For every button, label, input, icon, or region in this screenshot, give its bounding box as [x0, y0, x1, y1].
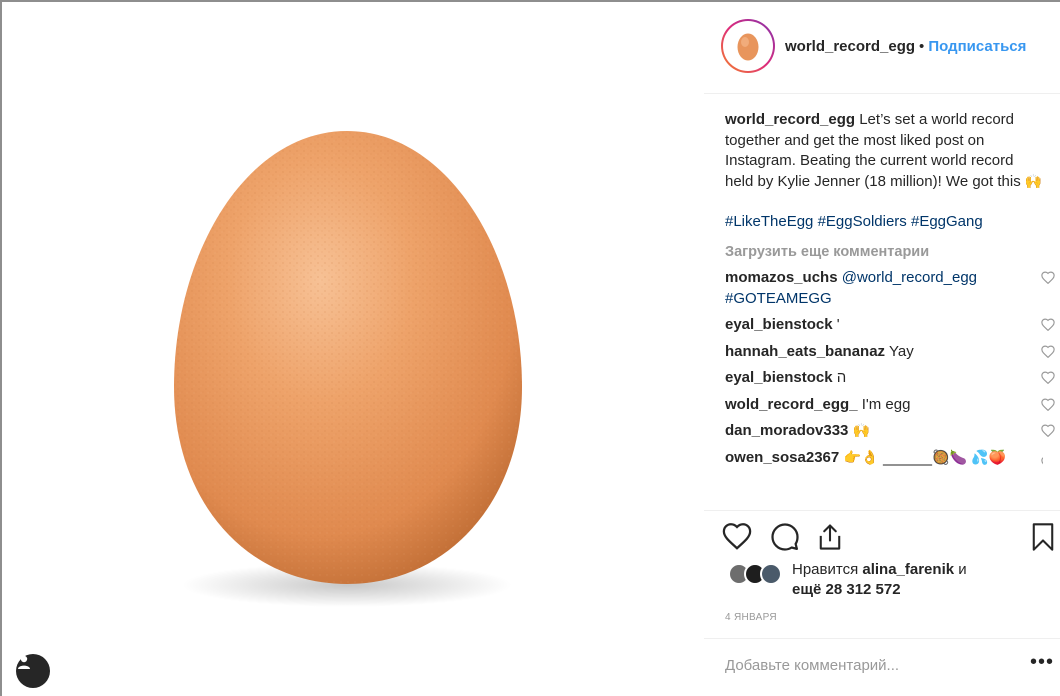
caption-emoji: 🙌 — [1024, 173, 1043, 190]
share-icon[interactable] — [816, 522, 844, 552]
comment-hashtag[interactable]: #GOTEAMEGG — [725, 290, 832, 307]
post-photo[interactable] — [2, 2, 704, 696]
comment-author[interactable]: eyal_bienstock — [725, 369, 833, 386]
comment-text: Yay — [885, 342, 914, 360]
more-options-button[interactable]: ••• — [1030, 651, 1054, 674]
post-date[interactable]: 4 ЯНВАРЯ — [725, 612, 777, 623]
likes-suffix: и — [954, 561, 967, 578]
comment-item: momazos_uchs @world_record_egg #GOTEAMEG… — [725, 268, 1055, 309]
comment-item: hannah_eats_bananaz Yay — [725, 342, 1055, 363]
comment-text: 🙌 — [848, 423, 871, 439]
comment-mention[interactable]: @world_record_egg — [842, 269, 977, 286]
like-comment-heart-icon[interactable] — [1041, 271, 1055, 284]
actions-divider — [704, 510, 1060, 511]
likes-count[interactable]: ещё 28 312 572 — [792, 581, 901, 598]
like-comment-heart-icon[interactable] — [1041, 371, 1055, 384]
separator-dot: • — [919, 38, 925, 55]
comment-item: eyal_bienstock ה — [725, 368, 1055, 389]
like-comment-heart-icon[interactable] — [1041, 456, 1043, 469]
header-text: world_record_egg • Подписаться — [785, 38, 1026, 55]
follow-button[interactable]: Подписаться — [928, 38, 1026, 55]
user-icon — [18, 655, 30, 669]
like-comment-heart-icon[interactable] — [1041, 398, 1055, 411]
comment-text: ' — [832, 316, 840, 333]
comment-author[interactable]: owen_sosa2367 — [725, 449, 839, 466]
likers-avatars[interactable] — [728, 563, 786, 585]
add-comment-bar: ••• — [704, 638, 1060, 696]
like-heart-icon[interactable] — [722, 522, 752, 552]
load-more-comments-button[interactable]: Загрузить еще комментарии — [725, 242, 1043, 263]
like-comment-heart-icon[interactable] — [1041, 318, 1055, 331]
comments-section: world_record_egg Let’s set a world recor… — [725, 110, 1055, 470]
caption-author[interactable]: world_record_egg — [725, 111, 855, 128]
comment-author[interactable]: hannah_eats_bananaz — [725, 343, 885, 360]
tagged-users-button[interactable] — [16, 654, 50, 688]
profile-avatar[interactable] — [721, 19, 775, 73]
comment-bubble-icon[interactable] — [770, 522, 800, 552]
hashtag-link[interactable]: #EggGang — [911, 213, 983, 230]
bookmark-icon[interactable] — [1030, 522, 1056, 552]
hashtag-link[interactable]: #LikeTheEgg — [725, 213, 813, 230]
likes-prefix: Нравится — [792, 561, 863, 578]
add-comment-input[interactable] — [725, 657, 1005, 674]
comment-author[interactable]: dan_moradov333 — [725, 422, 848, 439]
comment-item: dan_moradov333 🙌 — [725, 421, 1055, 442]
comment-author[interactable]: wold_record_egg_ — [725, 396, 858, 413]
liker-username[interactable]: alina_farenik — [862, 561, 954, 578]
hashtag-link[interactable]: #EggSoldiers — [818, 213, 907, 230]
like-comment-heart-icon[interactable] — [1041, 345, 1055, 358]
comment-item: owen_sosa2367 👉👌 _______🥘🍆 💦🍑 — [725, 448, 1043, 470]
egg-image — [174, 131, 522, 607]
post-sidebar: world_record_egg • Подписаться world_recor… — [704, 2, 1060, 696]
caption-hashtags: #LikeTheEgg #EggSoldiers #EggGang — [725, 212, 1043, 233]
likes-summary: Нравится alina_farenik и ещё 28 312 572 — [792, 560, 967, 600]
comment-item: eyal_bienstock ' — [725, 315, 1055, 336]
post-caption: world_record_egg Let’s set a world recor… — [725, 110, 1043, 192]
comment-author[interactable]: momazos_uchs — [725, 269, 838, 286]
comment-text: ה — [832, 369, 847, 386]
like-comment-heart-icon[interactable] — [1041, 424, 1055, 437]
comment-text: 👉👌 _______🥘🍆 💦🍑 — [839, 449, 1007, 466]
post-header: world_record_egg • Подписаться — [704, 2, 1060, 94]
egg-avatar-icon — [737, 33, 759, 61]
liker-avatar — [760, 563, 782, 585]
comment-author[interactable]: eyal_bienstock — [725, 316, 833, 333]
header-username[interactable]: world_record_egg — [785, 38, 915, 55]
comment-item: wold_record_egg_ I'm egg — [725, 395, 1055, 416]
comment-text: I'm egg — [857, 395, 911, 413]
